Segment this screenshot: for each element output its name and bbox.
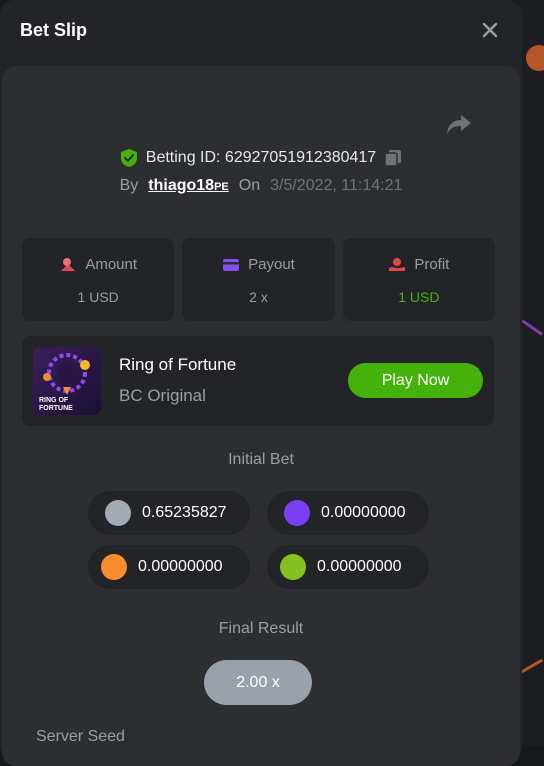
final-result-value: 2.00 x	[204, 660, 312, 705]
svg-text:RING OF: RING OF	[39, 397, 69, 404]
chip-value: 0.00000000	[321, 504, 406, 521]
server-seed-label: Server Seed	[36, 728, 125, 745]
coin-icon	[101, 554, 127, 580]
game-card: RING OF FORTUNE Ring of Fortune BC Origi…	[22, 336, 494, 426]
bet-chip: 0.00000000	[267, 545, 429, 589]
stat-value: 1 USD	[77, 289, 119, 305]
bet-slip-modal: Bet Slip Betting ID: 62927051912380417 B…	[0, 0, 522, 766]
game-thumbnail[interactable]: RING OF FORTUNE	[33, 347, 101, 415]
coin-icon	[280, 554, 306, 580]
profit-hand-icon	[389, 257, 406, 271]
chip-value: 0.00000000	[138, 558, 223, 575]
svg-text:FORTUNE: FORTUNE	[39, 405, 73, 412]
play-now-button[interactable]: Play Now	[348, 363, 483, 398]
card-icon	[223, 258, 240, 271]
chip-value: 0.00000000	[317, 558, 402, 575]
bet-chip: 0.65235827	[88, 491, 250, 535]
bet-chip: 0.00000000	[88, 545, 250, 589]
username: thiago18	[148, 177, 215, 194]
bet-stats: Amount 1 USD Payout 2 x Profit 1 USD	[22, 238, 495, 321]
stat-profit: Profit 1 USD	[342, 238, 495, 321]
coin-icon	[105, 500, 131, 526]
game-name: Ring of Fortune	[119, 355, 237, 374]
betting-id: Betting ID: 62927051912380417	[145, 149, 377, 166]
stat-label: Payout	[248, 256, 295, 273]
betting-id-row: Betting ID: 62927051912380417	[2, 146, 520, 170]
modal-header: Bet Slip	[0, 0, 522, 62]
close-icon[interactable]	[480, 20, 500, 40]
stat-value: 1 USD	[398, 289, 440, 305]
modal-title: Bet Slip	[20, 20, 88, 40]
stat-payout: Payout 2 x	[182, 238, 335, 321]
username-link[interactable]: thiago18PE	[148, 177, 228, 195]
stat-label: Amount	[85, 256, 138, 273]
stat-amount: Amount 1 USD	[22, 238, 175, 321]
coins-icon	[61, 257, 76, 271]
on-label: On	[238, 177, 261, 194]
bet-chip: 0.00000000	[267, 491, 429, 535]
stat-label: Profit	[414, 256, 450, 273]
bet-date: 3/5/2022, 11:14:21	[270, 177, 403, 194]
copy-icon[interactable]	[384, 149, 402, 167]
coin-icon	[284, 500, 310, 526]
final-result-label: Final Result	[218, 620, 304, 637]
username-suffix: PE	[214, 181, 229, 193]
chip-value: 0.65235827	[142, 504, 227, 521]
verified-shield-icon	[120, 149, 137, 167]
share-icon[interactable]	[446, 112, 472, 136]
by-label: By	[119, 177, 139, 194]
stat-value: 2 x	[249, 289, 268, 305]
game-subtitle: BC Original	[119, 386, 206, 405]
ring-of-fortune-logo: RING OF FORTUNE	[39, 353, 90, 412]
initial-bet-label: Initial Bet	[228, 451, 294, 468]
bet-author-row: By thiago18PE On 3/5/2022, 11:14:21	[2, 174, 520, 198]
bet-detail-card: Betting ID: 62927051912380417 By thiago1…	[2, 66, 520, 766]
